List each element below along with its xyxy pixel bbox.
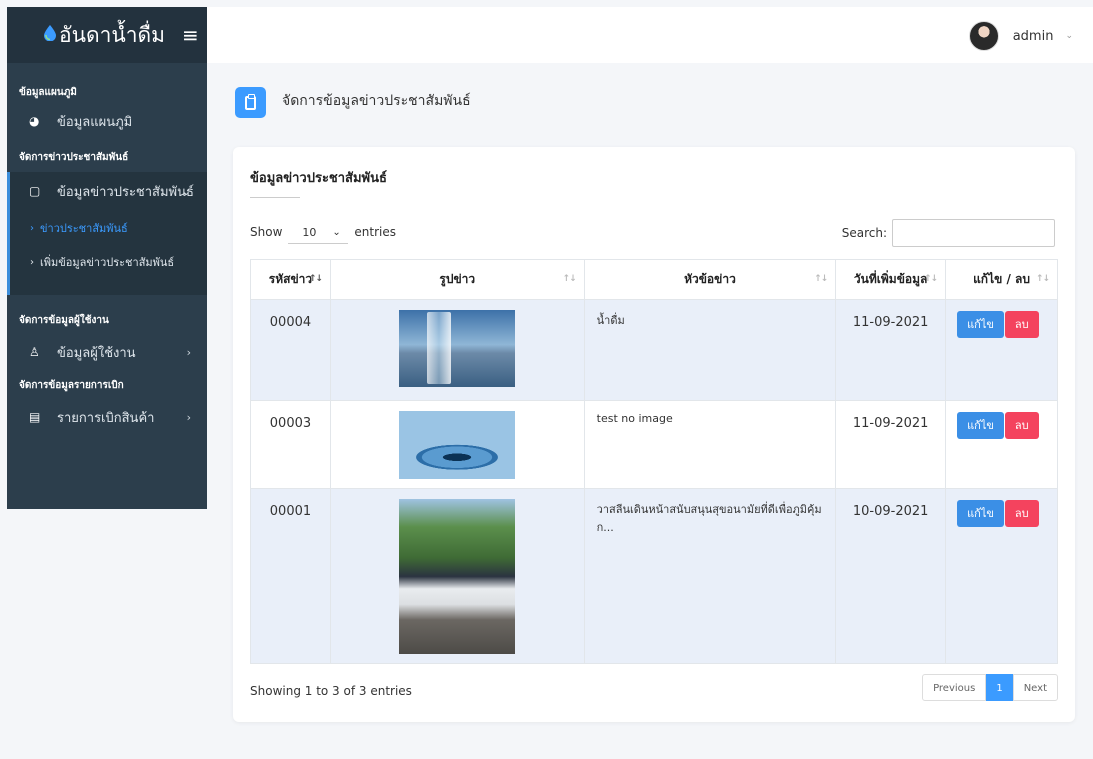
divider: [250, 197, 300, 198]
chevron-down-icon: ⌄: [181, 184, 191, 198]
table-row: 00004 น้ำดื่ม 11-09-2021 แก้ไข ลบ: [250, 299, 1058, 401]
glass-of-water-image: [399, 310, 516, 387]
avatar: [968, 21, 999, 51]
page-button-1[interactable]: 1: [986, 674, 1013, 701]
column-header-date[interactable]: วันที่เพิ่มข้อมูล ↑↓: [835, 259, 947, 300]
column-header-image[interactable]: รูปข่าว ↑↓: [329, 259, 585, 300]
sidebar: อันดาน้ำดื่ม ≡ ข้อมูลแผนภูมิ ◕ ข้อมูลแผน…: [7, 7, 207, 509]
clipboard-icon: ▢: [29, 184, 41, 198]
cell-id: 00001: [250, 488, 331, 664]
table-row: 00001 วาสลีนเดินหน้าสนับสนุนสุขอนามัยที่…: [250, 488, 1058, 664]
chevron-right-icon: ›: [186, 410, 191, 424]
previous-page-button[interactable]: Previous: [922, 674, 987, 701]
id-card-icon: ▤: [29, 410, 41, 424]
sidebar-section-title-news: จัดการข่าวประชาสัมพันธ์: [19, 152, 129, 163]
sidebar-subitem-news[interactable]: › ข่าวประชาสัมพันธ์: [10, 211, 207, 245]
cell-image: [329, 299, 585, 401]
sidebar-group-news: ▢ ข้อมูลข่าวประชาสัมพันธ์ ⌄ › ข่าวประชาส…: [7, 172, 207, 295]
entries-select[interactable]: 10 ⌄: [288, 224, 349, 244]
water-drop-logo-icon: [44, 25, 56, 41]
cell-date: 11-09-2021: [835, 400, 947, 489]
menu-toggle-icon[interactable]: ≡: [182, 23, 199, 47]
cell-image: [329, 488, 585, 664]
sidebar-item-withdraw-list[interactable]: ▤ รายการเบิกสินค้า ›: [7, 399, 207, 435]
brand-title: อันดาน้ำดื่ม: [59, 22, 166, 47]
sidebar-item-label: ข้อมูลข่าวประชาสัมพันธ์: [57, 184, 194, 200]
show-label: Show: [250, 225, 283, 239]
sidebar-item-users[interactable]: ♙ ข้อมูลผู้ใช้งาน ›: [7, 334, 207, 370]
delete-button[interactable]: ลบ: [1004, 311, 1039, 338]
sidebar-section-title-withdraw: จัดการข้อมูลรายการเบิก: [19, 380, 124, 391]
column-header-headline[interactable]: หัวข้อข่าว ↑↓: [583, 259, 837, 300]
delete-button[interactable]: ลบ: [1004, 500, 1039, 527]
cell-headline: test no image: [583, 400, 837, 489]
table-row: 00003 test no image 11-09-2021 แก้ไข ลบ: [250, 400, 1058, 489]
sidebar-item-label: ข้อมูลแผนภูมิ: [57, 114, 133, 130]
chevron-right-icon: ›: [30, 222, 34, 234]
chevron-right-icon: ›: [30, 256, 34, 268]
delivery-truck-image: [399, 499, 516, 654]
entries-label: entries: [354, 225, 396, 239]
username: admin: [1012, 28, 1054, 44]
page-title: จัดการข้อมูลข่าวประชาสัมพันธ์: [282, 93, 471, 109]
news-table: รหัสข่าว ↑↓ รูปข่าว ↑↓ หัวข้อข่าว ↑↓ วันที่…: [250, 259, 1058, 664]
sidebar-item-news-data[interactable]: ▢ ข้อมูลข่าวประชาสัมพันธ์ ⌄: [10, 172, 207, 210]
topbar: admin ⌄: [207, 7, 1093, 63]
table-info: Showing 1 to 3 of 3 entries: [250, 684, 412, 698]
sort-icon: ↑↓: [923, 274, 938, 284]
sidebar-item-label: รายการเบิกสินค้า: [57, 410, 155, 426]
column-header-id[interactable]: รหัสข่าว ↑↓: [250, 259, 331, 300]
water-drop-image: [399, 411, 516, 479]
sidebar-subitem-label: เพิ่มข้อมูลข่าวประชาสัมพันธ์: [40, 256, 175, 269]
sidebar-subitem-add-news[interactable]: › เพิ่มข้อมูลข่าวประชาสัมพันธ์: [10, 245, 207, 279]
sort-icon: ↑↓: [1035, 274, 1050, 284]
chevron-down-icon: ⌄: [1065, 31, 1073, 41]
cell-headline: น้ำดื่ม: [583, 299, 837, 401]
cell-actions: แก้ไข ลบ: [945, 400, 1058, 489]
entries-select-value: 10: [302, 226, 317, 239]
edit-button[interactable]: แก้ไข: [957, 412, 1004, 439]
user-menu[interactable]: admin ⌄: [968, 21, 1073, 51]
edit-button[interactable]: แก้ไข: [957, 500, 1004, 527]
brand-bar: อันดาน้ำดื่ม ≡: [7, 7, 207, 63]
chevron-down-icon: ⌄: [332, 227, 341, 238]
cell-image: [329, 400, 585, 489]
cell-id: 00004: [250, 299, 331, 401]
sidebar-section-title-users: จัดการข้อมูลผู้ใช้งาน: [19, 315, 109, 326]
search-label: Search:: [841, 226, 887, 240]
column-header-actions[interactable]: แก้ไข / ลบ ↑↓: [945, 259, 1058, 300]
sidebar-section-title-chart: ข้อมูลแผนภูมิ: [19, 87, 77, 98]
cell-date: 10-09-2021: [835, 488, 947, 664]
search-input[interactable]: [892, 219, 1055, 247]
edit-button[interactable]: แก้ไข: [957, 311, 1004, 338]
pagination: Previous 1 Next: [922, 674, 1058, 701]
news-card: ข้อมูลข่าวประชาสัมพันธ์ Show 10 ⌄ entrie…: [233, 147, 1075, 722]
sort-icon: ↑↓: [308, 274, 323, 284]
clipboard-icon: [235, 87, 266, 118]
cell-actions: แก้ไข ลบ: [945, 488, 1058, 664]
delete-button[interactable]: ลบ: [1004, 412, 1039, 439]
cell-actions: แก้ไข ลบ: [945, 299, 1058, 401]
search-control: Search:: [842, 219, 1055, 247]
entries-length-control: Show 10 ⌄ entries: [250, 222, 396, 244]
cell-headline: วาสลีนเดินหน้าสนับสนุนสุขอนามัยที่ดีเพื่…: [583, 488, 837, 664]
next-page-button[interactable]: Next: [1012, 674, 1058, 701]
cell-id: 00003: [250, 400, 331, 489]
pie-chart-icon: ◕: [29, 114, 40, 128]
sidebar-item-chart-data[interactable]: ◕ ข้อมูลแผนภูมิ: [7, 104, 207, 138]
sort-icon: ↑↓: [562, 274, 577, 284]
sidebar-subitem-label: ข่าวประชาสัมพันธ์: [40, 222, 128, 235]
cell-date: 11-09-2021: [835, 299, 947, 401]
card-title: ข้อมูลข่าวประชาสัมพันธ์: [250, 171, 387, 186]
sidebar-item-label: ข้อมูลผู้ใช้งาน: [57, 345, 136, 361]
sort-icon: ↑↓: [814, 274, 828, 284]
chevron-right-icon: ›: [186, 345, 191, 359]
user-icon: ♙: [29, 345, 40, 359]
